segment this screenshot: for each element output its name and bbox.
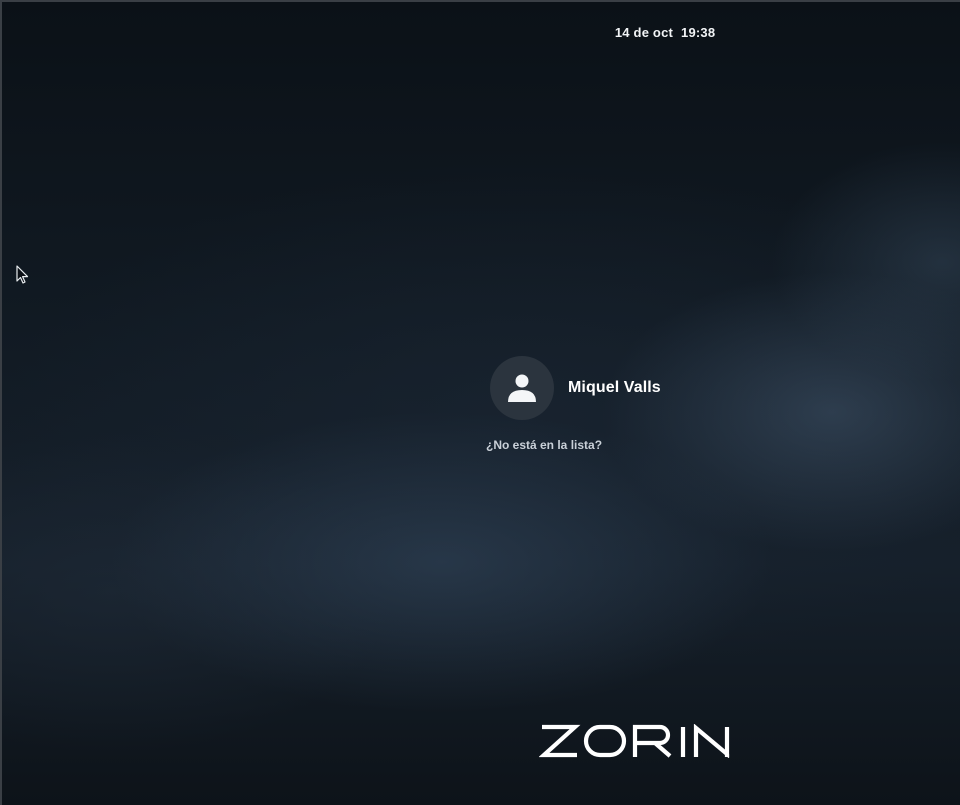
mouse-pointer-icon: [16, 265, 30, 285]
user-name: Miquel Valls: [568, 379, 661, 396]
clock-time: 19:38: [681, 25, 716, 40]
clock[interactable]: 14 de oct 19:38: [592, 10, 715, 55]
top-bar: 14 de oct 19:38: [2, 2, 960, 40]
login-screen: 14 de oct 19:38 Miquel Valls ¿No está en …: [0, 0, 960, 805]
user-list-item[interactable]: Miquel Valls: [490, 356, 661, 420]
user-avatar-icon: [490, 356, 554, 420]
zorin-logo: [538, 723, 749, 759]
not-listed-link[interactable]: ¿No está en la lista?: [486, 438, 602, 452]
clock-date: 14 de oct: [614, 25, 674, 40]
